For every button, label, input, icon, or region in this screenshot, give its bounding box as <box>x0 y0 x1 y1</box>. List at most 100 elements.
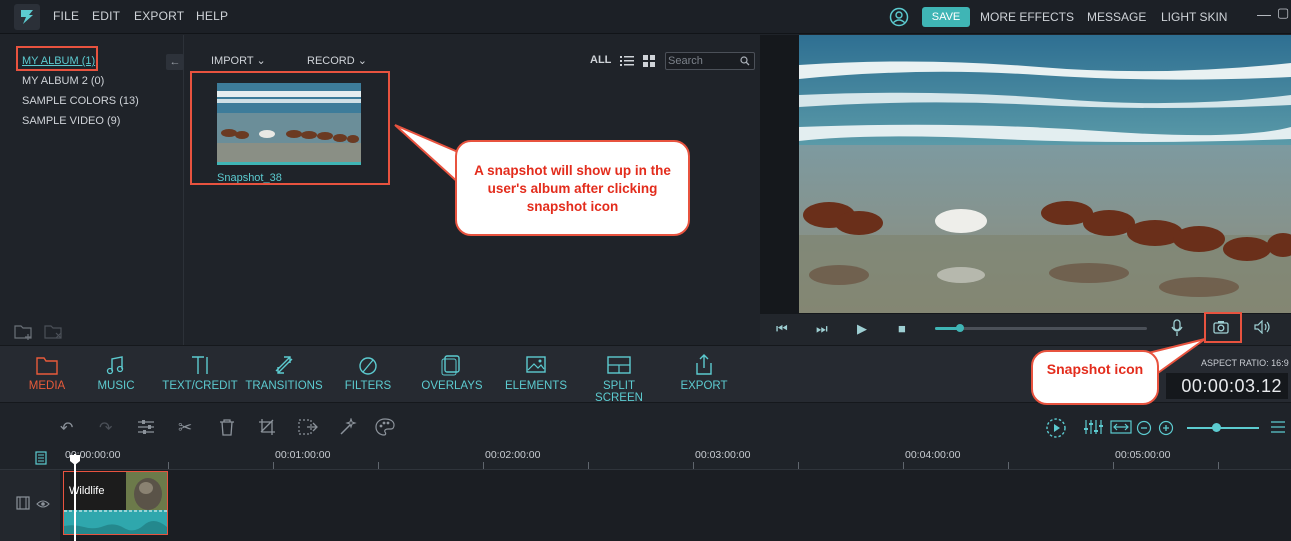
tab-filters[interactable]: FILTERS <box>343 353 393 392</box>
annotation-callout-snapshot-icon: Snapshot icon <box>1031 350 1159 405</box>
album-highlight-box <box>16 46 98 71</box>
stop-icon[interactable]: ■ <box>898 321 906 336</box>
ruler-tick <box>1218 462 1219 469</box>
album-item-my-album-2[interactable]: MY ALBUM 2 (0) <box>22 75 104 87</box>
playback-progress-bar[interactable] <box>935 324 1147 332</box>
delete-trash-icon[interactable] <box>219 418 235 439</box>
color-palette-icon[interactable] <box>375 418 395 439</box>
more-effects-link[interactable]: MORE EFFECTS <box>980 10 1074 24</box>
track-header <box>0 470 60 541</box>
overlays-icon <box>441 355 460 376</box>
chevron-down-icon: ⌄ <box>357 55 367 67</box>
album-item-sample-colors[interactable]: SAMPLE COLORS (13) <box>22 95 139 107</box>
next-frame-icon[interactable]: ⏭ <box>816 321 828 337</box>
record-dropdown[interactable]: RECORD ⌄ <box>307 54 367 67</box>
fit-timeline-icon[interactable] <box>1110 420 1132 437</box>
tab-export[interactable]: EXPORT <box>676 353 732 392</box>
menu-lines-icon[interactable] <box>1271 421 1285 436</box>
maximize-icon[interactable]: ▢ <box>1277 5 1289 21</box>
previous-frame-icon[interactable]: ⏮ <box>776 321 788 337</box>
ruler-tick <box>693 462 694 469</box>
magic-wand-icon[interactable] <box>339 417 357 439</box>
volume-icon[interactable] <box>1254 319 1272 337</box>
light-skin-link[interactable]: LIGHT SKIN <box>1161 10 1227 24</box>
menu-export[interactable]: EXPORT <box>134 9 184 23</box>
adjust-icon[interactable] <box>137 419 155 438</box>
zoom-slider[interactable] <box>1187 427 1259 429</box>
save-button[interactable]: SAVE <box>922 7 970 27</box>
menu-file[interactable]: FILE <box>53 9 79 23</box>
image-icon <box>526 356 546 373</box>
tab-overlays-label: OVERLAYS <box>421 380 483 392</box>
eye-visibility-icon[interactable] <box>36 498 50 512</box>
ruler-tick-label: 00:04:00:00 <box>905 449 961 461</box>
add-folder-icon[interactable] <box>14 323 34 344</box>
zoom-out-icon[interactable] <box>1136 420 1152 439</box>
ruler-tick-label: 00:01:00:00 <box>275 449 331 461</box>
album-item-sample-video[interactable]: SAMPLE VIDEO (9) <box>22 115 120 127</box>
tab-export-label: EXPORT <box>680 380 728 392</box>
annotation-callout-snapshot-album: A snapshot will show up in the user's al… <box>455 140 690 236</box>
filters-icon <box>359 357 377 375</box>
tab-music-label: MUSIC <box>97 380 135 392</box>
collapse-arrow-icon[interactable]: ← <box>166 54 184 70</box>
menu-help[interactable]: HELP <box>196 9 228 23</box>
preview-video <box>799 35 1291 313</box>
record-label: RECORD <box>307 55 355 67</box>
crop-icon[interactable] <box>258 418 276 439</box>
transitions-icon <box>275 356 293 374</box>
delete-folder-icon[interactable] <box>44 323 64 344</box>
tab-elements[interactable]: ELEMENTS <box>503 353 569 392</box>
timeline-ruler <box>0 448 1291 470</box>
zoom-in-icon[interactable] <box>1158 420 1174 439</box>
render-preview-icon[interactable] <box>1045 417 1067 442</box>
tab-text-credit-label: TEXT/CREDIT <box>162 380 238 392</box>
split-screen-icon <box>607 356 631 374</box>
ruler-tick <box>798 462 799 469</box>
ruler-tick <box>378 462 379 469</box>
ruler-tick <box>273 462 274 469</box>
tab-split-screen-label: SPLIT SCREEN <box>595 380 643 404</box>
tab-overlays[interactable]: OVERLAYS <box>418 353 486 392</box>
tab-filters-label: FILTERS <box>344 380 392 392</box>
ruler-tick-label: 00:05:00:00 <box>1115 449 1171 461</box>
chevron-down-icon: ⌄ <box>256 55 266 67</box>
tab-music[interactable]: MUSIC <box>92 353 140 392</box>
tab-text-credit[interactable]: TEXT/CREDIT <box>160 353 240 392</box>
message-link[interactable]: MESSAGE <box>1087 10 1146 24</box>
filter-all[interactable]: ALL <box>590 54 611 66</box>
tab-transitions[interactable]: TRANSITIONS <box>243 353 325 392</box>
account-icon[interactable] <box>889 7 909 30</box>
search-icon <box>740 56 750 66</box>
menu-edit[interactable]: EDIT <box>92 9 120 23</box>
search-field[interactable] <box>665 52 755 70</box>
detach-icon[interactable] <box>298 418 318 439</box>
ruler-tick-label: 00:03:00:00 <box>695 449 751 461</box>
tab-media[interactable]: MEDIA <box>24 353 70 392</box>
tab-split-screen[interactable]: SPLIT SCREEN <box>578 353 660 404</box>
playhead-line[interactable] <box>74 454 76 541</box>
undo-icon[interactable]: ↶ <box>60 418 73 438</box>
redo-icon[interactable]: ↷ <box>99 418 112 438</box>
import-dropdown[interactable]: IMPORT ⌄ <box>211 54 266 67</box>
tab-transitions-label: TRANSITIONS <box>245 380 323 392</box>
text-icon <box>192 356 208 374</box>
list-view-icon[interactable] <box>620 55 634 70</box>
snap-magnet-icon[interactable] <box>35 451 47 468</box>
export-share-icon <box>696 354 712 375</box>
play-icon[interactable]: ▶ <box>857 321 867 337</box>
thumbnail-highlight-box <box>190 71 390 185</box>
tab-elements-label: ELEMENTS <box>505 380 567 392</box>
search-input[interactable] <box>668 54 738 68</box>
folder-icon <box>36 357 58 375</box>
ruler-tick <box>1113 462 1114 469</box>
import-label: IMPORT <box>211 55 254 67</box>
cut-scissors-icon[interactable]: ✂ <box>178 418 192 438</box>
ruler-tick <box>1008 462 1009 469</box>
zoom-slider-handle[interactable] <box>1211 423 1221 432</box>
clip-audio-waveform <box>64 510 167 534</box>
grid-view-icon[interactable] <box>643 55 655 70</box>
ruler-tick <box>903 462 904 469</box>
minimize-icon[interactable]: — <box>1257 6 1271 22</box>
audio-mixer-icon[interactable] <box>1084 419 1104 438</box>
